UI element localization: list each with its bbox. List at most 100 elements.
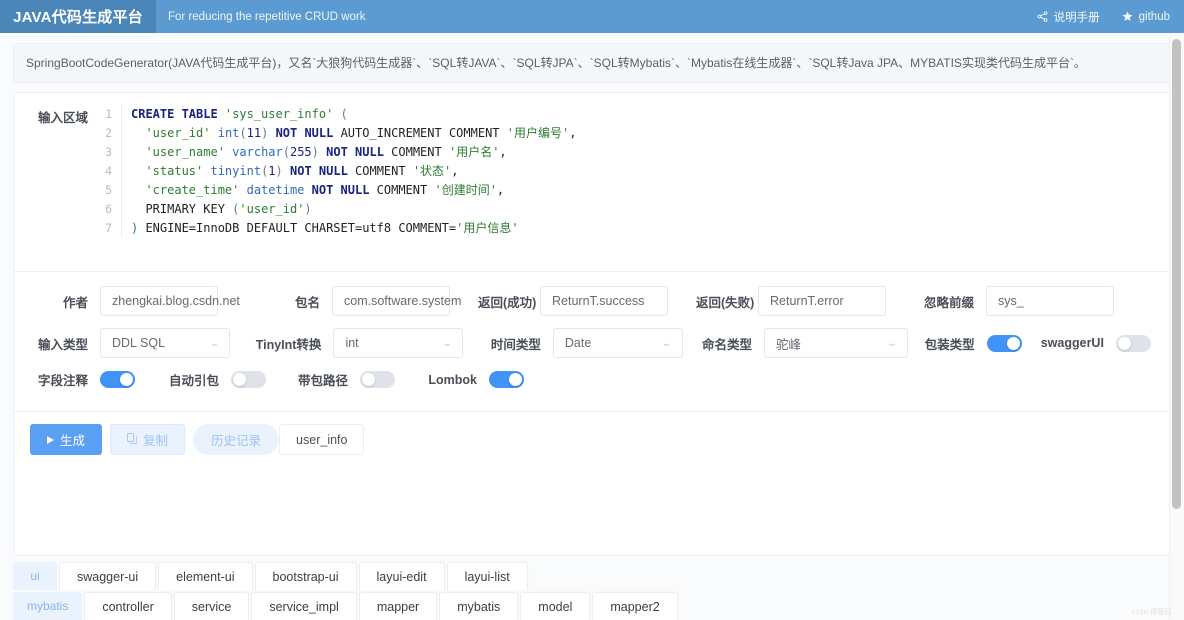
code-token: '用户名' [449, 145, 499, 159]
return-error-label: 返回(失败) [696, 292, 758, 311]
tab-layui-list[interactable]: layui-list [447, 562, 528, 590]
line-number: 7 [100, 219, 122, 238]
code-token: ) [304, 202, 311, 216]
lombok-label: Lombok [409, 373, 489, 387]
code-token: COMMENT [348, 164, 413, 178]
code-token: , [497, 183, 504, 197]
code-line-text: CREATE TABLE 'sys_user_info' ( [131, 105, 348, 124]
code-token: , [569, 126, 576, 140]
tab-group-name[interactable]: ui [13, 562, 57, 590]
app-root: JAVA代码生成平台 For reducing the repetitive C… [0, 0, 1184, 620]
tinyint-convert-select[interactable]: int⌄ [333, 328, 463, 358]
code-token: CREATE TABLE [131, 107, 225, 121]
code-token: '状态' [413, 164, 451, 178]
input-type-value: DDL SQL [112, 336, 165, 350]
auto-import-toggle[interactable] [231, 371, 266, 388]
with-package-path-toggle[interactable] [360, 371, 395, 388]
return-success-label: 返回(成功) [478, 292, 540, 311]
code-token: ) [276, 164, 283, 178]
tab-mapper[interactable]: mapper [359, 592, 437, 620]
form-field-author: 作者zhengkai.blog.csdn.net [14, 286, 218, 316]
app-tagline: For reducing the repetitive CRUD work [156, 0, 1037, 33]
page-scrollbar-track[interactable] [1169, 33, 1184, 620]
tinyint-convert-value: int [345, 336, 358, 350]
line-number: 4 [100, 162, 122, 181]
copy-button[interactable]: 复制 [110, 424, 185, 455]
form-row-text-inputs: 作者zhengkai.blog.csdn.net包名com.software.s… [14, 286, 1170, 316]
tab-service_impl[interactable]: service_impl [251, 592, 356, 620]
form-row-selects: 输入类型DDL SQL⌄TinyInt转换int⌄时间类型Date⌄命名类型驼峰… [14, 328, 1170, 358]
toggle-knob [1118, 337, 1131, 350]
package-input[interactable]: com.software.system [332, 286, 450, 316]
lombok-toggle[interactable] [489, 371, 524, 388]
line-number: 6 [100, 200, 122, 219]
code-line-text: 'user_name' varchar(255) NOT NULL COMMEN… [131, 143, 507, 162]
github-link[interactable]: github [1122, 11, 1170, 23]
code-token: '用户编号' [507, 126, 569, 140]
code-token: NOT NULL [276, 126, 334, 140]
swagger-ui-toggle[interactable] [1116, 335, 1151, 352]
code-token: tinyint [210, 164, 261, 178]
table-tab-user-info[interactable]: user_info [279, 424, 364, 455]
naming-type-select[interactable]: 驼峰⌄ [764, 328, 908, 358]
code-token [239, 183, 246, 197]
form-field-ignore-prefix: 忽略前缀sys_ [914, 286, 1114, 316]
form-field-with-package-path: 带包路径 [280, 370, 395, 389]
tab-controller[interactable]: controller [84, 592, 171, 620]
manual-link[interactable]: 说明手册 [1037, 9, 1100, 25]
code-token: COMMENT [369, 183, 434, 197]
tab-element-ui[interactable]: element-ui [158, 562, 252, 590]
tab-mybatis[interactable]: mybatis [439, 592, 518, 620]
form-field-wrapper-type: 包装类型 [925, 334, 1022, 353]
output-area [14, 469, 1170, 555]
form-field-return-error: 返回(失败)ReturnT.error [696, 286, 886, 316]
wrapper-type-toggle[interactable] [987, 335, 1022, 352]
code-token [131, 145, 145, 159]
code-line: 2 'user_id' int(11) NOT NULL AUTO_INCREM… [100, 124, 1156, 143]
chevron-down-icon: ⌄ [208, 338, 220, 349]
watermark: csdn 博客园 [1132, 607, 1172, 617]
form-field-tinyint-convert: TinyInt转换int⌄ [251, 328, 463, 358]
tab-model[interactable]: model [520, 592, 590, 620]
header-links: 说明手册 github [1037, 0, 1184, 33]
code-line: 4 'status' tinyint(1) NOT NULL COMMENT '… [100, 162, 1156, 181]
copy-button-label: 复制 [143, 430, 168, 449]
return-error-input[interactable]: ReturnT.error [758, 286, 886, 316]
code-line-text: 'create_time' datetime NOT NULL COMMENT … [131, 181, 504, 200]
author-input[interactable]: zhengkai.blog.csdn.net [100, 286, 218, 316]
code-token: ( [283, 145, 290, 159]
tab-service[interactable]: service [174, 592, 250, 620]
generate-button[interactable]: 生成 [30, 424, 102, 455]
toggle-knob [233, 373, 246, 386]
field-comment-toggle[interactable] [100, 371, 135, 388]
code-token: ( [239, 126, 246, 140]
date-type-value: Date [565, 336, 591, 350]
tab-group-name[interactable]: mybatis [13, 592, 82, 620]
main-card: 输入区域 1CREATE TABLE 'sys_user_info' (2 'u… [13, 92, 1171, 556]
star-icon [1122, 11, 1133, 22]
tab-layui-edit[interactable]: layui-edit [359, 562, 445, 590]
form-field-auto-import: 自动引包 [149, 370, 266, 389]
tab-mapper2[interactable]: mapper2 [592, 592, 677, 620]
code-token [283, 164, 290, 178]
ignore-prefix-input[interactable]: sys_ [986, 286, 1114, 316]
code-token: ( [333, 107, 347, 121]
sql-input-editor[interactable]: 1CREATE TABLE 'sys_user_info' (2 'user_i… [100, 105, 1156, 257]
form-field-swagger-ui: swaggerUI [1041, 335, 1151, 352]
app-brand[interactable]: JAVA代码生成平台 [0, 0, 156, 33]
code-token [131, 164, 145, 178]
code-token: NOT NULL [326, 145, 384, 159]
date-type-select[interactable]: Date⌄ [553, 328, 683, 358]
tab-swagger-ui[interactable]: swagger-ui [59, 562, 156, 590]
input-type-select[interactable]: DDL SQL ⌄ [100, 328, 230, 358]
code-line-text: 'status' tinyint(1) NOT NULL COMMENT '状态… [131, 162, 459, 181]
form-field-input-type: 输入类型DDL SQL⌄ [14, 328, 230, 358]
page-scrollbar-thumb[interactable] [1172, 39, 1181, 509]
share-icon [1037, 11, 1048, 22]
tab-bootstrap-ui[interactable]: bootstrap-ui [255, 562, 357, 590]
return-success-input[interactable]: ReturnT.success [540, 286, 668, 316]
app-header: JAVA代码生成平台 For reducing the repetitive C… [0, 0, 1184, 33]
code-token: 11 [247, 126, 261, 140]
history-button[interactable]: 历史记录 [193, 424, 279, 455]
toggle-knob [120, 373, 133, 386]
